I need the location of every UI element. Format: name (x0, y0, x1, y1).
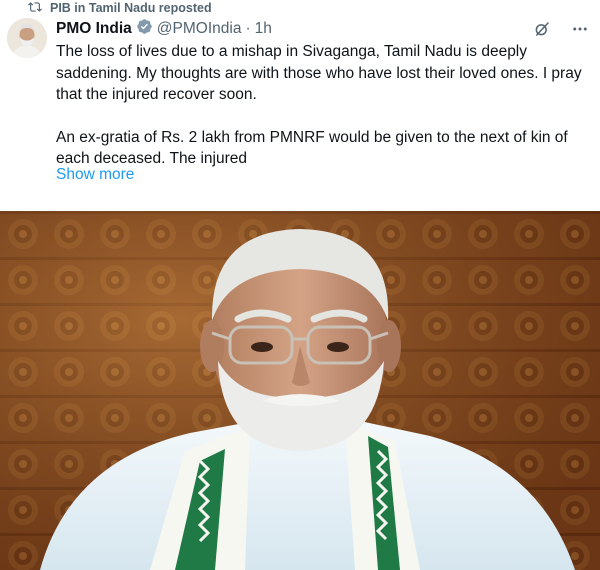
repost-indicator[interactable]: PIB in Tamil Nadu reposted (28, 0, 212, 16)
verified-badge-icon (136, 18, 153, 40)
show-more-link[interactable]: Show more (56, 166, 134, 184)
tweet-text: The loss of lives due to a mishap in Siv… (56, 41, 586, 170)
repost-label: PIB in Tamil Nadu reposted (50, 1, 212, 15)
avatar[interactable] (7, 18, 47, 58)
grok-icon[interactable] (532, 19, 552, 39)
tweet-paragraph: An ex-gratia of Rs. 2 lakh from PMNRF wo… (56, 128, 568, 168)
post-time[interactable]: 1h (255, 20, 272, 38)
author-handle[interactable]: @PMOIndia (157, 20, 242, 38)
author-name[interactable]: PMO India (56, 20, 132, 38)
repost-icon (28, 0, 42, 17)
tweet-header: PMO India @PMOIndia · 1h (56, 19, 272, 39)
tweet-paragraph: The loss of lives due to a mishap in Siv… (56, 43, 582, 104)
separator-dot: · (245, 20, 251, 37)
tweet-media-image[interactable] (0, 211, 600, 570)
more-icon[interactable] (570, 19, 590, 39)
